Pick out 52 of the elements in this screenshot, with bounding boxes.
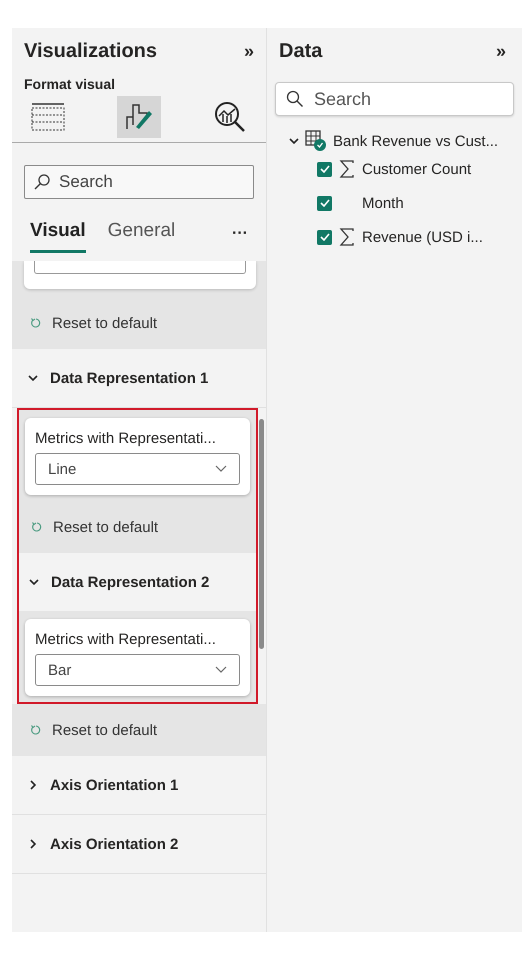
chevron-down-icon: [29, 577, 39, 587]
field-item[interactable]: Month: [317, 186, 514, 220]
pane-title: Data: [279, 40, 322, 62]
field-label: Metrics with Representati...: [35, 631, 217, 648]
format-visual-label: Format visual: [23, 75, 116, 92]
table-grid-icon: [30, 102, 66, 132]
checkbox[interactable]: [317, 162, 332, 176]
chevron-right-icon: [28, 839, 38, 849]
more-options-button[interactable]: ···: [232, 225, 248, 253]
dropdown[interactable]: Bar: [35, 654, 240, 686]
search-input[interactable]: Search: [57, 171, 211, 193]
section-title: Data Representation 2: [51, 574, 210, 590]
reset-icon: [31, 521, 43, 533]
checkbox[interactable]: [317, 230, 332, 244]
reset-to-default-link[interactable]: Reset to default: [19, 501, 256, 553]
reset-to-default-link[interactable]: Reset to default: [12, 704, 266, 756]
search-icon: [33, 173, 51, 191]
search-field[interactable]: Search: [24, 165, 254, 199]
reset-to-default-link[interactable]: Reset to default: [12, 297, 266, 349]
reset-icon: [30, 317, 42, 329]
field-label: Metrics with Representati...: [35, 430, 217, 447]
section-title: Axis Orientation 1: [50, 776, 178, 794]
field-item[interactable]: Customer Count: [317, 152, 514, 186]
section-title: Axis Orientation 2: [50, 836, 178, 852]
table-check-icon: [305, 130, 327, 152]
section-title: Data Representation 1: [50, 370, 208, 386]
tab[interactable]: General: [108, 220, 176, 253]
scrollbar[interactable]: [259, 419, 264, 649]
search-icon: [286, 90, 304, 108]
collapse-button[interactable]: »: [244, 40, 254, 62]
chevron-right-icon: [28, 780, 38, 790]
chevron-down-icon: [215, 465, 227, 473]
chevron-down-icon: [28, 373, 38, 383]
sigma-icon: [338, 160, 356, 178]
dropdown-field[interactable]: [34, 261, 246, 274]
checkbox[interactable]: [317, 196, 332, 210]
checkmark-icon: [320, 199, 330, 207]
checkmark-icon: [320, 165, 330, 173]
field-item[interactable]: Revenue (USD i...: [317, 220, 514, 254]
chevron-down-icon: [289, 136, 299, 146]
search-field[interactable]: Search: [275, 82, 514, 116]
pane-title: Visualizations: [24, 40, 158, 62]
dropdown[interactable]: Line: [35, 453, 240, 485]
chevron-down-icon: [215, 666, 227, 674]
sigma-icon: [338, 228, 356, 246]
magnifier-chart-icon: [213, 100, 247, 134]
tab[interactable]: Visual: [30, 220, 86, 253]
pane-view-button[interactable]: [117, 96, 161, 138]
checkmark-icon: [320, 233, 330, 241]
reset-icon: [30, 724, 42, 736]
table-tree-item[interactable]: Bank Revenue vs Cust...: [275, 116, 514, 152]
collapse-button[interactable]: »: [496, 40, 506, 62]
